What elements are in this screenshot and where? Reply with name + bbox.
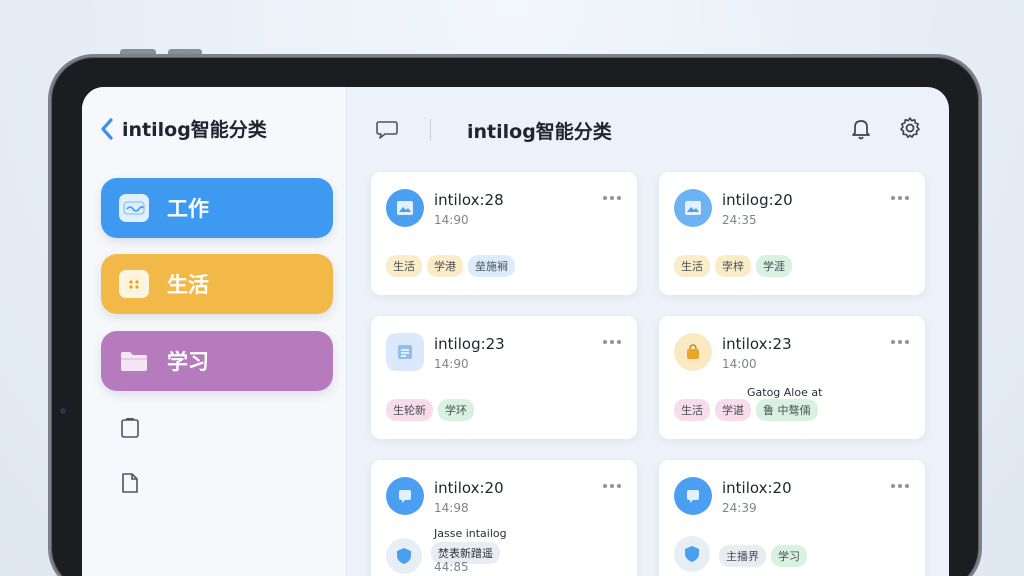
back-chevron-icon[interactable] — [100, 117, 114, 140]
main-panel: intilog智能分类 intilox:28 14:90 生活 学港 垒施裥 i… — [347, 87, 949, 576]
tag[interactable]: 生活 — [386, 255, 422, 277]
card-name: intilox:28 — [434, 191, 504, 209]
more-dots-icon[interactable] — [891, 484, 909, 488]
bell-icon[interactable] — [850, 117, 872, 145]
more-dots-icon[interactable] — [603, 484, 621, 488]
folder-icon — [119, 347, 149, 375]
tag[interactable]: 孛梓 — [715, 255, 751, 277]
category-work-button[interactable]: 工作 — [101, 178, 333, 238]
card-time: 44:85 — [434, 560, 469, 574]
card-name: intilox:20 — [722, 479, 792, 497]
more-dots-icon[interactable] — [891, 196, 909, 200]
image-icon — [674, 189, 712, 227]
card-time: 14:00 — [722, 357, 757, 371]
log-card[interactable]: intilog:23 14:90 生轮新 学环 — [371, 316, 637, 439]
sidebar-title: intilog智能分类 — [122, 119, 267, 141]
tag[interactable]: 垒施裥 — [468, 255, 515, 277]
tag[interactable]: 学习 — [771, 545, 807, 567]
tag[interactable]: 鲁 中骜倆 — [756, 399, 818, 421]
shield-icon — [674, 536, 710, 572]
sidebar: intilog智能分类 工作 生活 学习 — [82, 87, 347, 576]
tag-list: 生活 学港 垒施裥 — [386, 255, 515, 277]
tag[interactable]: 主播界 — [719, 545, 766, 567]
category-label: 学习 — [167, 350, 209, 374]
chat-square-icon — [386, 477, 424, 515]
shield-icon — [386, 538, 422, 574]
card-time: 14:90 — [434, 213, 469, 227]
log-card[interactable]: intilox:20 14:98 Jasse intailog 焚表新蹭遥 44… — [371, 460, 637, 576]
tag[interactable]: 生轮新 — [386, 399, 433, 421]
clipboard-icon[interactable] — [120, 417, 140, 443]
list-doc-icon — [386, 333, 424, 371]
card-name: intilox:20 — [434, 479, 504, 497]
card-name: intilog:23 — [434, 335, 505, 353]
tag-list: 生活 孛梓 学涯 — [674, 255, 792, 277]
category-label: 工作 — [167, 197, 209, 221]
card-time: 14:90 — [434, 357, 469, 371]
image-icon — [386, 189, 424, 227]
card-time: 24:35 — [722, 213, 757, 227]
tag[interactable]: 学涯 — [756, 255, 792, 277]
card-name: intilog:20 — [722, 191, 793, 209]
log-card[interactable]: intilox:28 14:90 生活 学港 垒施裥 — [371, 172, 637, 295]
log-card[interactable]: intilox:20 24:39 主播界 学习 — [659, 460, 925, 576]
front-camera — [60, 408, 66, 414]
topbar-divider — [430, 119, 431, 141]
more-dots-icon[interactable] — [603, 340, 621, 344]
wave-card-icon — [119, 194, 149, 222]
card-note: Jasse intailog — [434, 527, 507, 540]
category-label: 生活 — [167, 273, 209, 297]
log-card[interactable]: intilox:23 14:00 Gatog Aloe at 生活 学谌 鲁 中… — [659, 316, 925, 439]
more-dots-icon[interactable] — [603, 196, 621, 200]
tag[interactable]: 学谌 — [715, 399, 751, 421]
tag[interactable]: 学环 — [438, 399, 474, 421]
log-card[interactable]: intilog:20 24:35 生活 孛梓 学涯 — [659, 172, 925, 295]
card-name: intilox:23 — [722, 335, 792, 353]
tag[interactable]: 生活 — [674, 399, 710, 421]
chat-bubble-icon[interactable] — [375, 119, 399, 145]
card-time: 14:98 — [434, 501, 469, 515]
dots-card-icon — [119, 270, 149, 298]
tag-list: 生轮新 学环 — [386, 399, 474, 421]
category-study-button[interactable]: 学习 — [101, 331, 333, 391]
topbar: intilog智能分类 — [347, 87, 949, 173]
bag-icon — [674, 333, 712, 371]
more-dots-icon[interactable] — [891, 340, 909, 344]
tag[interactable]: 生活 — [674, 255, 710, 277]
card-note: Gatog Aloe at — [747, 386, 823, 399]
tag[interactable]: 学港 — [427, 255, 463, 277]
page-title: intilog智能分类 — [467, 121, 612, 143]
tag-list: 主播界 学习 — [719, 545, 807, 567]
app-screen: intilog智能分类 工作 生活 学习 intilog智能分类 intilox… — [82, 87, 949, 576]
tag-list: 生活 学谌 鲁 中骜倆 — [674, 399, 818, 421]
card-time: 24:39 — [722, 501, 757, 515]
document-icon[interactable] — [120, 472, 140, 498]
sidebar-header: intilog智能分类 — [100, 115, 267, 142]
chat-square-icon — [674, 477, 712, 515]
category-life-button[interactable]: 生活 — [101, 254, 333, 314]
gear-icon[interactable] — [898, 116, 922, 144]
